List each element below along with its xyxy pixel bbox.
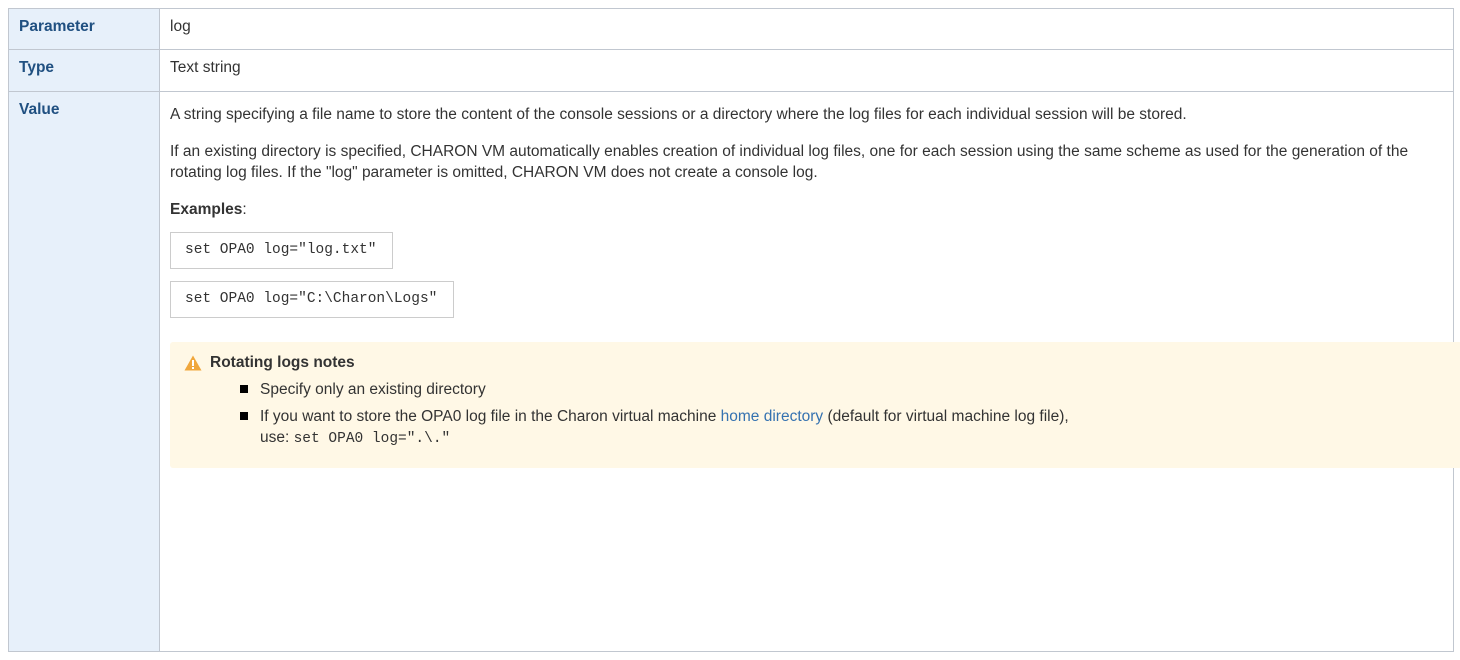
parameter-header: Parameter (8, 8, 160, 50)
note-use-label: use: (260, 429, 294, 446)
note-item: If you want to store the OPA0 log file i… (240, 406, 1452, 450)
rotating-logs-note: Rotating logs notes Specify only an exis… (170, 342, 1460, 468)
note-item: Specify only an existing directory (240, 379, 1452, 400)
value-header: Value (8, 91, 160, 652)
note-item-text: Specify only an existing directory (260, 381, 486, 398)
note-item-text: (default for virtual machine log file), (823, 408, 1069, 425)
home-directory-link[interactable]: home directory (721, 408, 824, 425)
note-title: Rotating logs notes (210, 354, 355, 371)
note-list: Specify only an existing directory If yo… (210, 379, 1452, 450)
code-example: set OPA0 log="C:\Charon\Logs" (170, 281, 455, 318)
value-cell: A string specifying a file name to store… (159, 91, 1460, 652)
value-directory-note: If an existing directory is specified, C… (170, 143, 1409, 181)
example-block: set OPA0 log="log.txt" (170, 232, 1443, 281)
type-value: Text string (159, 49, 1454, 92)
examples-label-text: Examples (170, 201, 243, 218)
code-example: set OPA0 log="log.txt" (170, 232, 394, 269)
examples-label: Examples: (170, 199, 1443, 220)
row-parameter: Parameter log (8, 8, 1454, 50)
row-type: Type Text string (8, 49, 1454, 92)
note-inline-code: set OPA0 log=".\." (293, 431, 451, 447)
examples-colon: : (242, 201, 247, 218)
row-value: Value A string specifying a file name to… (8, 91, 1460, 652)
type-header: Type (8, 49, 160, 92)
value-description: A string specifying a file name to store… (170, 106, 1187, 123)
parameter-table: Parameter log Type Text string Value A s… (8, 8, 1460, 652)
parameter-value: log (159, 8, 1454, 50)
note-item-text: If you want to store the OPA0 log file i… (260, 408, 721, 425)
example-block: set OPA0 log="C:\Charon\Logs" (170, 281, 1443, 330)
warning-icon (184, 355, 202, 371)
